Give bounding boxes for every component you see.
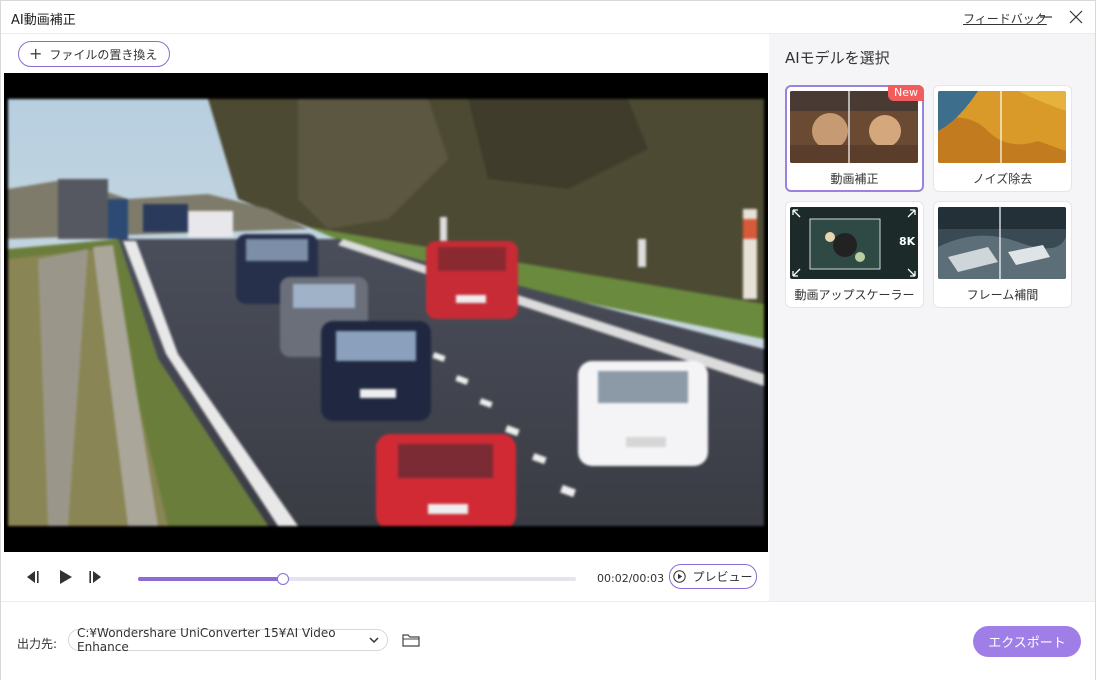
- close-button[interactable]: [1065, 6, 1087, 28]
- window-title: AI動画補正: [11, 13, 76, 28]
- title-bar: AI動画補正 フィードバック: [1, 1, 1095, 34]
- video-enhance-thumbnail: [790, 91, 918, 163]
- export-button[interactable]: エクスポート: [973, 626, 1081, 657]
- plus-icon: +: [29, 43, 43, 63]
- output-label: 出力先:: [17, 637, 58, 651]
- output-path-value: C:¥Wondershare UniConverter 15¥AI Video …: [77, 626, 336, 654]
- skip-back-icon: [27, 571, 39, 583]
- skip-forward-button[interactable]: [87, 568, 105, 586]
- video-player[interactable]: [4, 73, 768, 552]
- app-window: AI動画補正 フィードバック + ファイルの置き換え 00:02/00:03 プ…: [0, 0, 1096, 680]
- model-label: フレーム補間: [966, 288, 1039, 302]
- model-label: 動画アップスケーラー: [794, 288, 915, 302]
- preview-play-icon: [673, 570, 687, 583]
- output-bar: 出力先: C:¥Wondershare UniConverter 15¥AI V…: [1, 601, 1095, 680]
- replace-file-button[interactable]: + ファイルの置き換え: [18, 41, 171, 67]
- output-path-select[interactable]: C:¥Wondershare UniConverter 15¥AI Video …: [68, 626, 388, 654]
- noise-removal-thumbnail: [938, 91, 1066, 163]
- minimize-icon: [1040, 16, 1052, 18]
- model-panel-title: AIモデルを選択: [785, 49, 890, 67]
- upscaler-8k-label: 8K: [899, 235, 916, 248]
- replace-file-label: ファイルの置き換え: [49, 47, 158, 62]
- upscaler-thumbnail: 8K: [790, 207, 918, 279]
- folder-icon: [402, 634, 420, 647]
- play-button[interactable]: [56, 568, 74, 586]
- close-icon: [1069, 10, 1083, 24]
- progress-fill: [138, 577, 283, 581]
- model-card-frame-interpolation[interactable]: フレーム補間: [933, 201, 1072, 308]
- chevron-down-icon: [369, 637, 379, 644]
- main-area: + ファイルの置き換え 00:02/00:03 プレビュー: [1, 34, 768, 601]
- minimize-button[interactable]: [1035, 6, 1057, 28]
- open-folder-button[interactable]: [402, 632, 420, 648]
- skip-forward-icon: [89, 571, 101, 583]
- video-frame: [8, 99, 764, 526]
- model-card-noise-removal[interactable]: ノイズ除去: [933, 85, 1072, 192]
- preview-button[interactable]: プレビュー: [669, 564, 757, 589]
- model-card-video-enhance[interactable]: New 動画補正: [785, 85, 924, 192]
- play-icon: [60, 570, 72, 584]
- model-panel: AIモデルを選択 New 動画補正 ノイズ除去 8K 動画アップスケーラー フレ…: [769, 34, 1095, 601]
- model-label: 動画補正: [830, 172, 879, 186]
- progress-bar[interactable]: [138, 573, 576, 585]
- progress-handle[interactable]: [276, 573, 289, 585]
- preview-label: プレビュー: [692, 570, 753, 584]
- frame-interpolation-thumbnail: [938, 207, 1066, 279]
- playback-controls: 00:02/00:03 プレビュー: [1, 552, 768, 601]
- skip-back-button[interactable]: [23, 568, 41, 586]
- time-display: 00:02/00:03: [597, 572, 665, 585]
- model-label: ノイズ除去: [972, 172, 1033, 186]
- model-card-upscaler[interactable]: 8K 動画アップスケーラー: [785, 201, 924, 308]
- new-badge: New: [888, 85, 924, 101]
